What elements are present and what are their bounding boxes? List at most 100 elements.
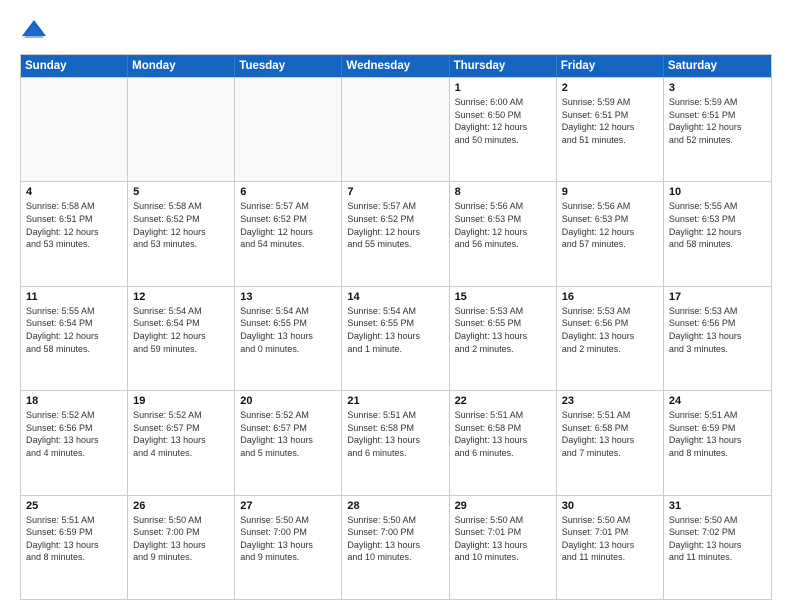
calendar-cell-r4-c5: 30 Sunrise: 5:50 AM Sunset: 7:01 PM Dayli… xyxy=(557,496,664,599)
calendar-cell-r0-c5: 2Sunrise: 5:59 AM Sunset: 6:51 PM Daylig… xyxy=(557,78,664,181)
day-info: Sunrise: 5:55 AM Sunset: 6:53 PM Dayligh… xyxy=(669,200,766,250)
day-info: Sunrise: 5:54 AM Sunset: 6:55 PM Dayligh… xyxy=(240,305,336,355)
calendar-cell-r0-c0 xyxy=(21,78,128,181)
calendar-cell-r0-c4: 1 Sunrise: 6:00 AM Sunset: 6:50 PM Daylig… xyxy=(450,78,557,181)
calendar-cell-r2-c4: 15 Sunrise: 5:53 AM Sunset: 6:55 PM Dayli… xyxy=(450,287,557,390)
day-info: Sunrise: 5:51 AM Sunset: 6:59 PM Dayligh… xyxy=(669,409,766,459)
calendar-cell-r0-c1 xyxy=(128,78,235,181)
day-number: 16 xyxy=(562,291,658,303)
day-number: 27 xyxy=(240,500,336,512)
day-number: 10 xyxy=(669,186,766,198)
day-info: Sunrise: 5:54 AM Sunset: 6:54 PM Dayligh… xyxy=(133,305,229,355)
calendar-header: SundayMondayTuesdayWednesdayThursdayFrid… xyxy=(21,55,771,77)
calendar-cell-r3-c1: 19Sunrise: 5:52 AM Sunset: 6:57 PM Dayli… xyxy=(128,391,235,494)
day-info: Sunrise: 5:50 AM Sunset: 7:00 PM Dayligh… xyxy=(240,514,336,564)
day-number: 24 xyxy=(669,395,766,407)
day-number: 15 xyxy=(455,291,551,303)
calendar-row-4: 18Sunrise: 5:52 AM Sunset: 6:56 PM Dayli… xyxy=(21,390,771,494)
calendar-cell-r0-c6: 3 Sunrise: 5:59 AM Sunset: 6:51 PM Daylig… xyxy=(664,78,771,181)
calendar-cell-r4-c0: 25Sunrise: 5:51 AM Sunset: 6:59 PM Dayli… xyxy=(21,496,128,599)
day-info: Sunrise: 5:51 AM Sunset: 6:58 PM Dayligh… xyxy=(347,409,443,459)
day-number: 5 xyxy=(133,186,229,198)
calendar-row-5: 25Sunrise: 5:51 AM Sunset: 6:59 PM Dayli… xyxy=(21,495,771,599)
logo xyxy=(20,16,52,44)
calendar-cell-r2-c3: 14Sunrise: 5:54 AM Sunset: 6:55 PM Dayli… xyxy=(342,287,449,390)
day-number: 21 xyxy=(347,395,443,407)
day-info: Sunrise: 5:52 AM Sunset: 6:57 PM Dayligh… xyxy=(240,409,336,459)
calendar-cell-r4-c1: 26 Sunrise: 5:50 AM Sunset: 7:00 PM Dayli… xyxy=(128,496,235,599)
calendar-cell-r2-c1: 12 Sunrise: 5:54 AM Sunset: 6:54 PM Dayli… xyxy=(128,287,235,390)
day-info: Sunrise: 5:59 AM Sunset: 6:51 PM Dayligh… xyxy=(562,96,658,146)
day-number: 11 xyxy=(26,291,122,303)
day-number: 17 xyxy=(669,291,766,303)
calendar-cell-r2-c5: 16 Sunrise: 5:53 AM Sunset: 6:56 PM Dayli… xyxy=(557,287,664,390)
day-number: 19 xyxy=(133,395,229,407)
calendar-cell-r3-c5: 23 Sunrise: 5:51 AM Sunset: 6:58 PM Dayli… xyxy=(557,391,664,494)
calendar-cell-r3-c4: 22 Sunrise: 5:51 AM Sunset: 6:58 PM Dayli… xyxy=(450,391,557,494)
day-number: 6 xyxy=(240,186,336,198)
calendar-cell-r1-c2: 6 Sunrise: 5:57 AM Sunset: 6:52 PM Daylig… xyxy=(235,182,342,285)
day-info: Sunrise: 6:00 AM Sunset: 6:50 PM Dayligh… xyxy=(455,96,551,146)
day-number: 18 xyxy=(26,395,122,407)
calendar-cell-r1-c1: 5 Sunrise: 5:58 AM Sunset: 6:52 PM Daylig… xyxy=(128,182,235,285)
day-info: Sunrise: 5:50 AM Sunset: 7:02 PM Dayligh… xyxy=(669,514,766,564)
page-header xyxy=(20,16,772,44)
day-number: 29 xyxy=(455,500,551,512)
day-info: Sunrise: 5:50 AM Sunset: 7:00 PM Dayligh… xyxy=(133,514,229,564)
calendar-cell-r0-c2 xyxy=(235,78,342,181)
calendar-cell-r2-c6: 17Sunrise: 5:53 AM Sunset: 6:56 PM Dayli… xyxy=(664,287,771,390)
day-info: Sunrise: 5:55 AM Sunset: 6:54 PM Dayligh… xyxy=(26,305,122,355)
day-info: Sunrise: 5:50 AM Sunset: 7:01 PM Dayligh… xyxy=(455,514,551,564)
day-number: 7 xyxy=(347,186,443,198)
calendar: SundayMondayTuesdayWednesdayThursdayFrid… xyxy=(20,54,772,600)
day-number: 23 xyxy=(562,395,658,407)
day-info: Sunrise: 5:58 AM Sunset: 6:51 PM Dayligh… xyxy=(26,200,122,250)
calendar-cell-r3-c6: 24 Sunrise: 5:51 AM Sunset: 6:59 PM Dayli… xyxy=(664,391,771,494)
calendar-cell-r2-c2: 13 Sunrise: 5:54 AM Sunset: 6:55 PM Dayli… xyxy=(235,287,342,390)
day-number: 30 xyxy=(562,500,658,512)
day-info: Sunrise: 5:56 AM Sunset: 6:53 PM Dayligh… xyxy=(562,200,658,250)
day-info: Sunrise: 5:50 AM Sunset: 7:00 PM Dayligh… xyxy=(347,514,443,564)
day-info: Sunrise: 5:53 AM Sunset: 6:56 PM Dayligh… xyxy=(562,305,658,355)
day-number: 13 xyxy=(240,291,336,303)
calendar-cell-r0-c3 xyxy=(342,78,449,181)
header-day-friday: Friday xyxy=(557,55,664,77)
header-day-tuesday: Tuesday xyxy=(235,55,342,77)
day-number: 8 xyxy=(455,186,551,198)
calendar-cell-r4-c6: 31 Sunrise: 5:50 AM Sunset: 7:02 PM Dayli… xyxy=(664,496,771,599)
day-info: Sunrise: 5:50 AM Sunset: 7:01 PM Dayligh… xyxy=(562,514,658,564)
day-number: 22 xyxy=(455,395,551,407)
logo-icon xyxy=(20,16,48,44)
day-number: 26 xyxy=(133,500,229,512)
day-info: Sunrise: 5:54 AM Sunset: 6:55 PM Dayligh… xyxy=(347,305,443,355)
day-info: Sunrise: 5:58 AM Sunset: 6:52 PM Dayligh… xyxy=(133,200,229,250)
calendar-cell-r1-c6: 10 Sunrise: 5:55 AM Sunset: 6:53 PM Dayli… xyxy=(664,182,771,285)
day-info: Sunrise: 5:59 AM Sunset: 6:51 PM Dayligh… xyxy=(669,96,766,146)
header-day-saturday: Saturday xyxy=(664,55,771,77)
calendar-cell-r3-c0: 18Sunrise: 5:52 AM Sunset: 6:56 PM Dayli… xyxy=(21,391,128,494)
calendar-body: 1 Sunrise: 6:00 AM Sunset: 6:50 PM Daylig… xyxy=(21,77,771,599)
day-info: Sunrise: 5:53 AM Sunset: 6:55 PM Dayligh… xyxy=(455,305,551,355)
calendar-cell-r4-c4: 29 Sunrise: 5:50 AM Sunset: 7:01 PM Dayli… xyxy=(450,496,557,599)
day-info: Sunrise: 5:57 AM Sunset: 6:52 PM Dayligh… xyxy=(240,200,336,250)
calendar-cell-r2-c0: 11 Sunrise: 5:55 AM Sunset: 6:54 PM Dayli… xyxy=(21,287,128,390)
calendar-cell-r1-c0: 4 Sunrise: 5:58 AM Sunset: 6:51 PM Daylig… xyxy=(21,182,128,285)
day-number: 4 xyxy=(26,186,122,198)
day-info: Sunrise: 5:57 AM Sunset: 6:52 PM Dayligh… xyxy=(347,200,443,250)
day-info: Sunrise: 5:51 AM Sunset: 6:58 PM Dayligh… xyxy=(455,409,551,459)
day-number: 28 xyxy=(347,500,443,512)
calendar-cell-r4-c3: 28 Sunrise: 5:50 AM Sunset: 7:00 PM Dayli… xyxy=(342,496,449,599)
day-number: 25 xyxy=(26,500,122,512)
day-info: Sunrise: 5:51 AM Sunset: 6:58 PM Dayligh… xyxy=(562,409,658,459)
day-info: Sunrise: 5:56 AM Sunset: 6:53 PM Dayligh… xyxy=(455,200,551,250)
calendar-cell-r3-c3: 21 Sunrise: 5:51 AM Sunset: 6:58 PM Dayli… xyxy=(342,391,449,494)
day-number: 31 xyxy=(669,500,766,512)
day-number: 12 xyxy=(133,291,229,303)
calendar-row-3: 11 Sunrise: 5:55 AM Sunset: 6:54 PM Dayli… xyxy=(21,286,771,390)
calendar-cell-r1-c3: 7 Sunrise: 5:57 AM Sunset: 6:52 PM Daylig… xyxy=(342,182,449,285)
day-number: 9 xyxy=(562,186,658,198)
calendar-cell-r3-c2: 20 Sunrise: 5:52 AM Sunset: 6:57 PM Dayli… xyxy=(235,391,342,494)
day-number: 20 xyxy=(240,395,336,407)
day-number: 1 xyxy=(455,82,551,94)
day-number: 3 xyxy=(669,82,766,94)
